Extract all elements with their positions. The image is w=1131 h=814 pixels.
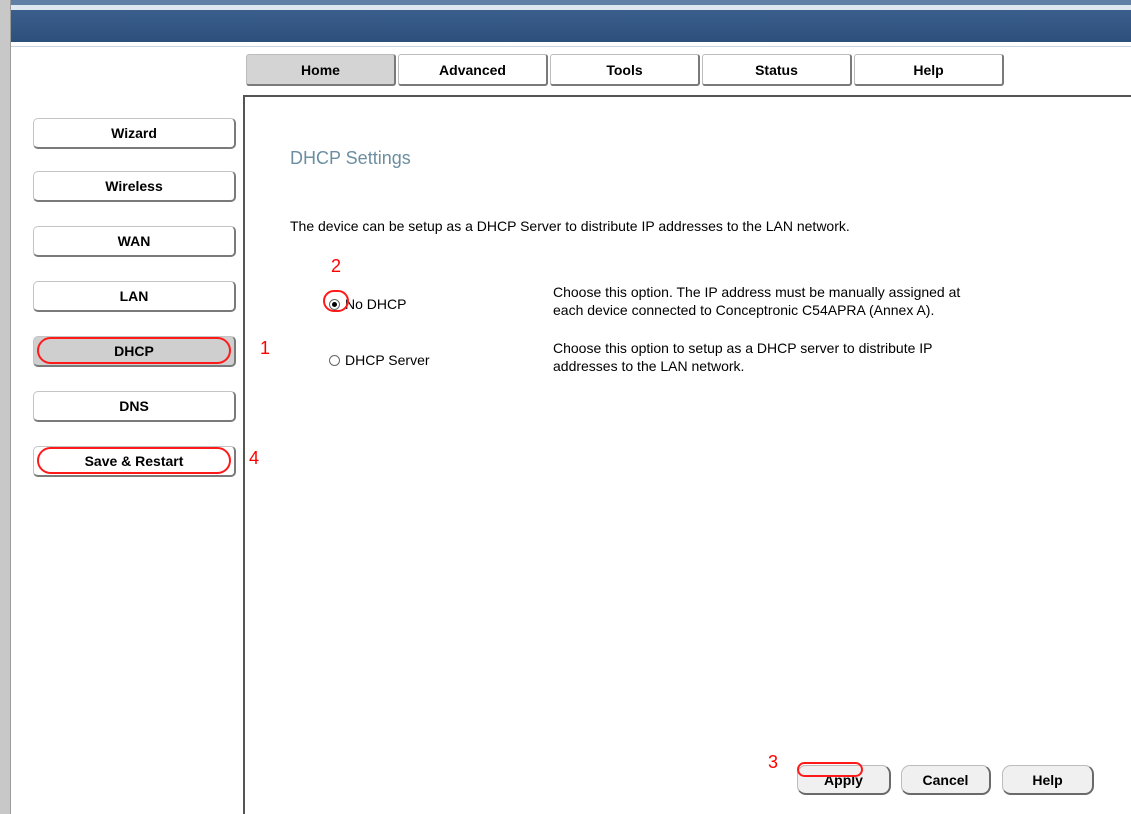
annotation-number-3: 3 (768, 752, 779, 772)
banner-divider (11, 42, 1131, 47)
option-label-dhcp-server: DHCP Server (345, 352, 430, 368)
description-line: Choose this option. The IP address must … (553, 284, 961, 300)
option-dhcp-server[interactable]: DHCP Server (329, 352, 430, 368)
annotation-number-2: 2 (331, 256, 342, 276)
top-banner (11, 0, 1131, 42)
option-description-no-dhcp: Choose this option. The IP address must … (553, 283, 1113, 319)
cancel-button[interactable]: Cancel (901, 765, 991, 795)
option-description-dhcp-server: Choose this option to setup as a DHCP se… (553, 339, 1113, 375)
page-left-edge (0, 0, 11, 814)
intro-text: The device can be setup as a DHCP Server… (290, 218, 850, 234)
sidebar-item-wireless[interactable]: Wireless (33, 171, 236, 202)
annotation-number-1: 1 (260, 338, 271, 358)
sidebar-item-dhcp[interactable]: DHCP (33, 336, 236, 367)
tab-status[interactable]: Status (702, 54, 852, 86)
tab-help[interactable]: Help (854, 54, 1004, 86)
sidebar-item-lan[interactable]: LAN (33, 281, 236, 312)
sidebar-item-wizard[interactable]: Wizard (33, 118, 236, 149)
sidebar-item-dns[interactable]: DNS (33, 391, 236, 422)
option-label-no-dhcp: No DHCP (345, 296, 407, 312)
option-no-dhcp[interactable]: No DHCP (329, 296, 406, 312)
radio-dhcp-server[interactable] (329, 354, 340, 366)
content-frame (243, 95, 1131, 814)
description-line: Choose this option to setup as a DHCP se… (553, 340, 933, 356)
tab-advanced[interactable]: Advanced (398, 54, 548, 86)
apply-button[interactable]: Apply (797, 765, 891, 795)
tab-tools[interactable]: Tools (550, 54, 700, 86)
description-line: addresses to the LAN network. (553, 358, 745, 374)
radio-no-dhcp[interactable] (329, 298, 340, 310)
description-line: each device connected to Conceptronic C5… (553, 302, 935, 318)
sidebar-item-save-restart[interactable]: Save & Restart (33, 446, 236, 477)
annotation-number-4: 4 (249, 448, 260, 468)
page-title: DHCP Settings (290, 148, 411, 168)
tab-home[interactable]: Home (246, 54, 396, 86)
help-button[interactable]: Help (1002, 765, 1094, 795)
sidebar-item-wan[interactable]: WAN (33, 226, 236, 257)
